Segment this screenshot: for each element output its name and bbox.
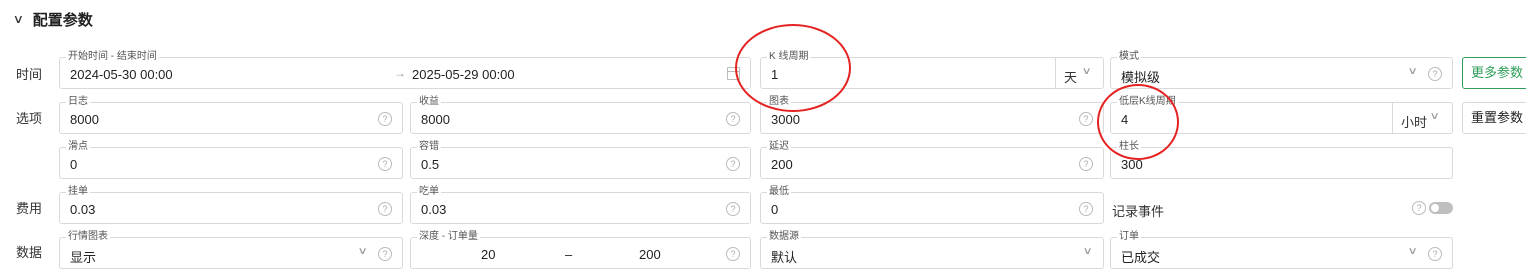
reset-params-label: 重置参数 bbox=[1471, 110, 1524, 125]
depth-max-input[interactable]: 200 bbox=[639, 247, 661, 262]
profit-field[interactable]: 收益 8000 ? bbox=[410, 96, 751, 134]
chevron-down-icon[interactable]: ∨ bbox=[1082, 246, 1092, 257]
maker-fee-input[interactable]: 0.03 bbox=[70, 202, 95, 217]
row-label-fees: 费用 bbox=[16, 201, 43, 216]
annotation-circle-kline bbox=[735, 24, 851, 112]
taker-fee-input[interactable]: 0.03 bbox=[421, 202, 446, 217]
record-events-label: 记录事件 bbox=[1112, 204, 1165, 219]
help-icon[interactable]: ? bbox=[378, 247, 392, 261]
min-fee-label: 最低 bbox=[767, 186, 791, 198]
depth-separator: – bbox=[565, 247, 573, 262]
delay-input[interactable]: 200 bbox=[771, 157, 793, 172]
profit-label: 收益 bbox=[417, 96, 441, 108]
row-label-data: 数据 bbox=[16, 245, 43, 260]
mode-select[interactable]: 模式 模拟级 ∨ ? bbox=[1110, 51, 1453, 89]
chevron-down-icon[interactable]: ∨ bbox=[357, 246, 367, 257]
help-icon[interactable]: ? bbox=[378, 202, 392, 216]
min-fee-field[interactable]: 最低 0 ? bbox=[760, 186, 1104, 224]
chevron-down-icon[interactable]: ∨ bbox=[1430, 111, 1440, 122]
chart-input[interactable]: 3000 bbox=[771, 112, 800, 127]
help-icon[interactable]: ? bbox=[1428, 247, 1442, 261]
chevron-down-icon[interactable]: ∨ bbox=[1407, 66, 1417, 77]
section-header[interactable]: ∨ 配置参数 bbox=[13, 10, 93, 29]
chevron-down-icon[interactable]: ∨ bbox=[1082, 66, 1092, 77]
chevron-down-icon[interactable]: ∨ bbox=[1407, 246, 1417, 257]
help-icon[interactable]: ? bbox=[378, 157, 392, 171]
low-kline-period-unit[interactable]: 小时 bbox=[1401, 112, 1427, 131]
chevron-down-icon[interactable]: ∨ bbox=[13, 12, 24, 26]
section-title: 配置参数 bbox=[32, 11, 93, 29]
market-chart-label: 行情图表 bbox=[66, 231, 110, 243]
tolerance-field[interactable]: 容错 0.5 ? bbox=[410, 141, 751, 179]
log-field[interactable]: 日志 8000 ? bbox=[59, 96, 403, 134]
order-select[interactable]: 订单 已成交 ∨ ? bbox=[1110, 231, 1453, 269]
market-chart-select[interactable]: 行情图表 显示 ∨ ? bbox=[59, 231, 403, 269]
profit-input[interactable]: 8000 bbox=[421, 112, 450, 127]
log-input[interactable]: 8000 bbox=[70, 112, 99, 127]
delay-label: 延迟 bbox=[767, 141, 791, 153]
mode-label: 模式 bbox=[1117, 51, 1141, 63]
slippage-input[interactable]: 0 bbox=[70, 157, 77, 172]
slippage-field[interactable]: 滑点 0 ? bbox=[59, 141, 403, 179]
delay-field[interactable]: 延迟 200 ? bbox=[760, 141, 1104, 179]
depth-min-input[interactable]: 20 bbox=[481, 247, 495, 262]
record-events-toggle[interactable] bbox=[1429, 202, 1453, 214]
min-fee-input[interactable]: 0 bbox=[771, 202, 778, 217]
taker-fee-field[interactable]: 吃单 0.03 ? bbox=[410, 186, 751, 224]
data-source-select[interactable]: 数据源 默认 ∨ bbox=[760, 231, 1104, 269]
end-date-input[interactable]: 2025-05-29 00:00 bbox=[412, 67, 515, 82]
log-label: 日志 bbox=[66, 96, 90, 108]
annotation-circle-low-kline bbox=[1097, 84, 1179, 160]
reset-params-button[interactable]: 重置参数 ↻ bbox=[1462, 102, 1526, 134]
tolerance-label: 容错 bbox=[417, 141, 441, 153]
arrow-right-icon: → bbox=[394, 66, 406, 80]
help-icon[interactable]: ? bbox=[726, 157, 740, 171]
date-range-field[interactable]: 开始时间 - 结束时间 2024-05-30 00:00 → 2025-05-2… bbox=[59, 51, 751, 89]
order-value: 已成交 bbox=[1121, 250, 1161, 265]
tolerance-input[interactable]: 0.5 bbox=[421, 157, 439, 172]
start-date-input[interactable]: 2024-05-30 00:00 bbox=[70, 67, 173, 82]
depth-order-field[interactable]: 深度 - 订单量 20 – 200 ? bbox=[410, 231, 751, 269]
data-source-label: 数据源 bbox=[767, 231, 801, 243]
help-icon[interactable]: ? bbox=[1412, 201, 1426, 215]
help-icon[interactable]: ? bbox=[1079, 157, 1093, 171]
help-icon[interactable]: ? bbox=[726, 202, 740, 216]
taker-fee-label: 吃单 bbox=[417, 186, 441, 198]
market-chart-value: 显示 bbox=[70, 250, 97, 265]
row-label-options: 选项 bbox=[16, 111, 43, 126]
help-icon[interactable]: ? bbox=[1079, 202, 1093, 216]
date-range-label: 开始时间 - 结束时间 bbox=[66, 51, 159, 63]
help-icon[interactable]: ? bbox=[726, 112, 740, 126]
more-params-button[interactable]: 更多参数 ▴ bbox=[1462, 57, 1526, 89]
help-icon[interactable]: ? bbox=[726, 247, 740, 261]
maker-fee-field[interactable]: 挂单 0.03 ? bbox=[59, 186, 403, 224]
help-icon[interactable]: ? bbox=[1428, 67, 1442, 81]
row-label-time: 时间 bbox=[16, 67, 43, 82]
data-source-value: 默认 bbox=[771, 250, 798, 265]
order-label: 订单 bbox=[1117, 231, 1141, 243]
maker-fee-label: 挂单 bbox=[66, 186, 90, 198]
kline-period-unit[interactable]: 天 bbox=[1064, 67, 1077, 86]
help-icon[interactable]: ? bbox=[1079, 112, 1093, 126]
depth-order-label: 深度 - 订单量 bbox=[417, 231, 480, 243]
slippage-label: 滑点 bbox=[66, 141, 90, 153]
help-icon[interactable]: ? bbox=[378, 112, 392, 126]
